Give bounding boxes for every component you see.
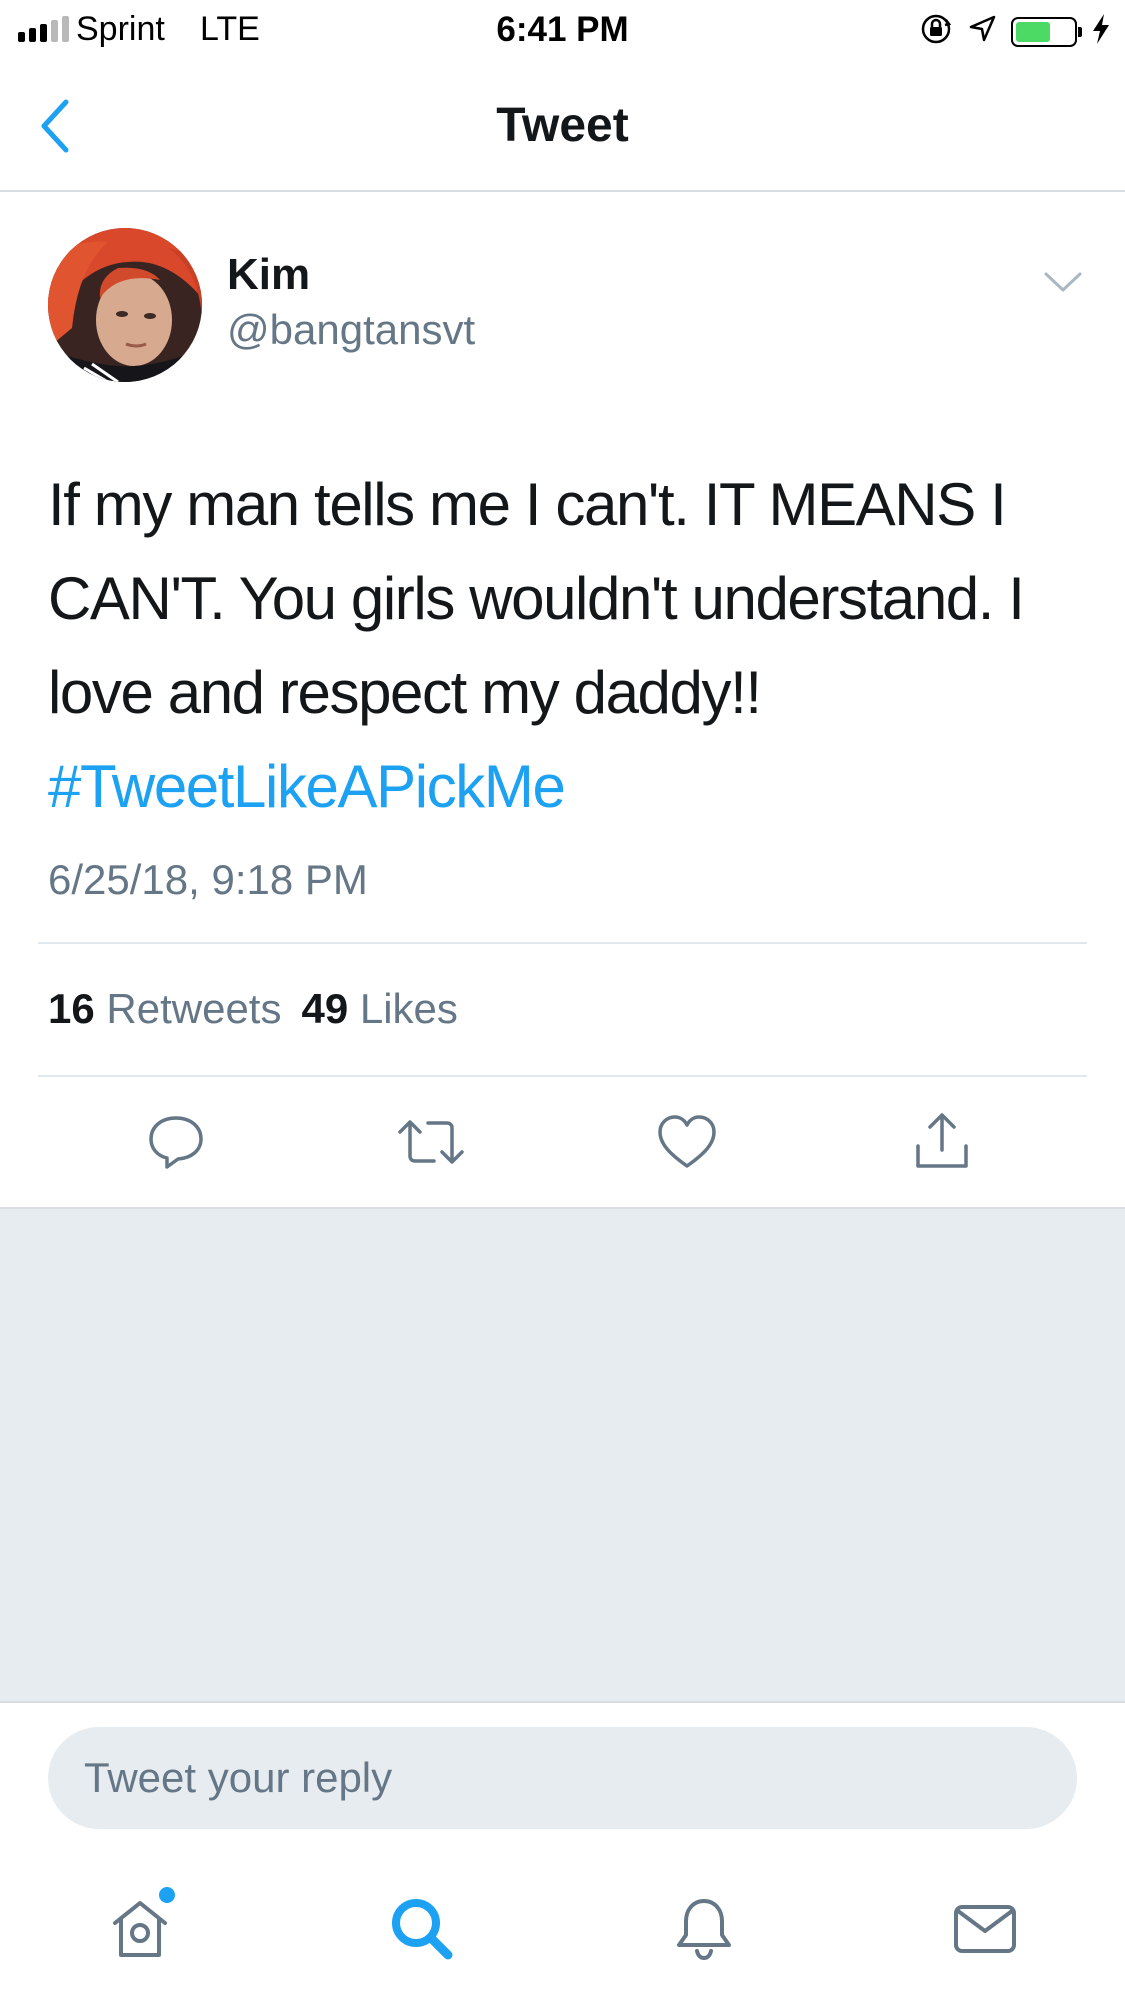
like-label: Likes	[359, 985, 458, 1032]
hashtag-link[interactable]: #TweetLikeAPickMe	[48, 740, 1088, 834]
reply-button[interactable]	[141, 1107, 211, 1177]
author-handle[interactable]: @bangtansvt	[227, 306, 475, 354]
engagement-counts: 16 Retweets 49 Likes	[48, 985, 458, 1033]
tweet-actions	[0, 1085, 1125, 1205]
retweet-label: Retweets	[106, 985, 282, 1032]
status-icons	[919, 12, 1111, 51]
reply-input[interactable]	[48, 1727, 1077, 1829]
like-button[interactable]	[652, 1107, 722, 1177]
share-icon	[916, 1113, 968, 1168]
avatar[interactable]	[48, 228, 202, 382]
tweet-timestamp: 6/25/18, 9:18 PM	[48, 856, 368, 903]
orientation-lock-icon	[919, 12, 953, 51]
like-icon	[658, 1115, 716, 1168]
retweet-button[interactable]	[396, 1107, 466, 1177]
battery-icon	[1011, 16, 1082, 47]
likes-count-link[interactable]: 49 Likes	[301, 985, 457, 1032]
retweet-count: 16	[48, 985, 95, 1032]
navigation-bar: Tweet	[0, 62, 1125, 192]
retweets-count-link[interactable]: 16 Retweets	[48, 985, 281, 1032]
tweet-text-line: love and respect my daddy!!	[48, 659, 762, 726]
tab-bar	[0, 1850, 1125, 2001]
tweet-text-line: CAN'T. You girls wouldn't understand. I	[48, 565, 1025, 632]
reply-icon	[149, 1116, 203, 1169]
search-icon	[392, 1899, 453, 1960]
status-bar: Sprint LTE 6:41 PM	[0, 0, 1125, 62]
tab-home[interactable]	[100, 1884, 180, 1968]
tab-messages[interactable]	[945, 1888, 1025, 1968]
page-title: Tweet	[496, 99, 629, 152]
replies-area	[0, 1207, 1125, 1703]
charging-bolt-icon	[1091, 13, 1111, 50]
notifications-icon	[677, 1899, 731, 1961]
divider	[38, 942, 1087, 944]
share-button[interactable]	[907, 1107, 977, 1177]
author-name[interactable]: Kim	[227, 250, 310, 300]
tab-search[interactable]	[381, 1888, 461, 1968]
messages-icon	[954, 1905, 1016, 1953]
tweet-text: If my man tells me I can't. IT MEANS I C…	[48, 458, 1088, 834]
tweet-text-line: If my man tells me I can't. IT MEANS I	[48, 471, 1007, 538]
chevron-down-icon	[1044, 272, 1082, 292]
tweet-options-button[interactable]	[1040, 266, 1086, 296]
divider	[38, 1075, 1087, 1077]
like-count: 49	[301, 985, 349, 1032]
retweet-icon	[398, 1120, 464, 1164]
new-content-dot	[156, 1884, 178, 1906]
location-arrow-icon	[967, 14, 997, 49]
tab-notifications[interactable]	[664, 1888, 744, 1968]
